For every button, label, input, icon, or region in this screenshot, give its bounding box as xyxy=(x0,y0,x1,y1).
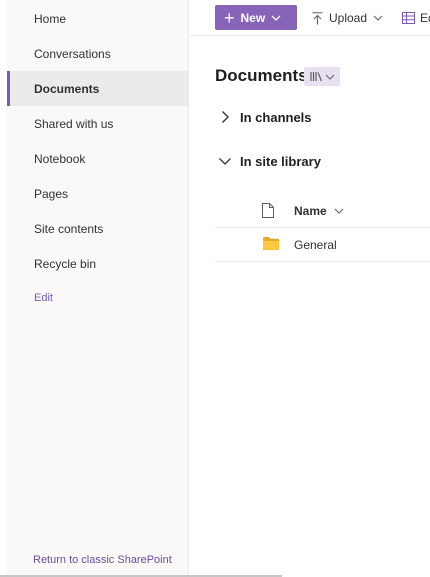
column-header-row: Name xyxy=(215,194,430,228)
chevron-down-icon xyxy=(325,74,335,80)
group-in-channels[interactable]: In channels xyxy=(218,105,312,129)
upload-button[interactable]: Upload xyxy=(312,8,383,28)
new-button[interactable]: + New xyxy=(215,5,297,30)
nav-item-label: Home xyxy=(34,11,67,26)
nav-item-site-contents[interactable]: Site contents xyxy=(7,211,188,246)
document-icon xyxy=(262,203,274,218)
nav-item-label: Recycle bin xyxy=(34,256,97,271)
nav-item-shared-with-us[interactable]: Shared with us xyxy=(7,106,188,141)
group-label: In site library xyxy=(240,153,321,169)
nav-item-documents[interactable]: Documents xyxy=(7,71,188,106)
chevron-right-icon xyxy=(218,110,232,124)
nav-item-pages[interactable]: Pages xyxy=(7,176,188,211)
chevron-down-icon xyxy=(271,15,281,21)
library-view-icon xyxy=(309,71,323,82)
file-name[interactable]: General xyxy=(294,238,337,252)
chevron-down-icon xyxy=(218,154,232,168)
nav-item-label: Pages xyxy=(34,186,69,201)
view-switcher-button[interactable] xyxy=(304,67,340,86)
edit-in-grid-button[interactable]: Ed xyxy=(402,8,430,28)
page-title: Documents xyxy=(215,66,308,85)
grid-icon xyxy=(402,12,415,24)
left-navigation: Home Conversations Documents Shared with… xyxy=(7,0,189,577)
name-column-label: Name xyxy=(294,204,327,218)
new-button-label: New xyxy=(240,10,266,25)
chevron-down-icon xyxy=(373,15,383,21)
nav-edit-link[interactable]: Edit xyxy=(34,292,53,304)
nav-item-label: Conversations xyxy=(34,46,111,61)
plus-icon: + xyxy=(224,7,235,28)
folder-icon xyxy=(263,237,279,250)
nav-item-label: Documents xyxy=(34,81,100,96)
edit-grid-label: Ed xyxy=(420,11,430,25)
table-row[interactable]: General xyxy=(215,228,430,262)
nav-item-label: Site contents xyxy=(34,221,104,236)
command-bar: + New Upload Ed xyxy=(190,0,430,36)
nav-item-notebook[interactable]: Notebook xyxy=(7,141,188,176)
nav-item-conversations[interactable]: Conversations xyxy=(7,36,188,71)
return-to-classic-link[interactable]: Return to classic SharePoint xyxy=(33,554,172,566)
upload-label: Upload xyxy=(329,11,368,25)
chevron-down-icon xyxy=(334,208,344,214)
nav-item-label: Shared with us xyxy=(34,116,114,131)
name-column-header[interactable]: Name xyxy=(294,204,344,218)
group-in-site-library[interactable]: In site library xyxy=(218,149,321,173)
nav-item-home[interactable]: Home xyxy=(7,1,188,36)
group-label: In channels xyxy=(240,109,312,125)
nav-item-label: Notebook xyxy=(34,151,86,166)
nav-item-recycle-bin[interactable]: Recycle bin xyxy=(7,246,188,281)
upload-icon xyxy=(312,11,323,25)
